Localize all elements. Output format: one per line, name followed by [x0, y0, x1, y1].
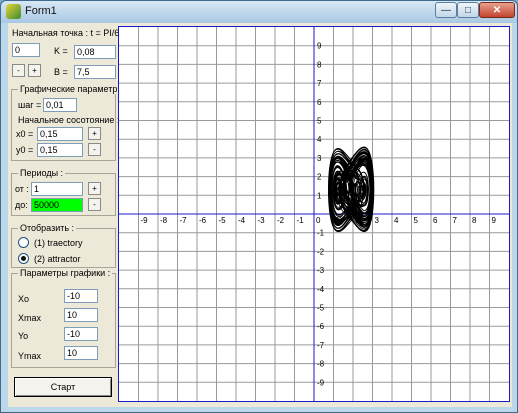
x-tick-label: 4 — [394, 216, 399, 225]
y-tick-label: 7 — [317, 79, 322, 88]
xmax-label: Xmax — [18, 313, 42, 323]
xmax-field[interactable]: 10 — [64, 308, 98, 322]
x-tick-label: -6 — [199, 216, 207, 225]
display-panel: Отобразить : (1) traectory (2) attractor — [11, 223, 116, 268]
to-field[interactable]: 50000 — [31, 198, 83, 212]
periods-panel: Периоды : от : 1 + до: 50000 - — [11, 168, 116, 216]
k-label: K = — [54, 46, 68, 56]
y-tick-label: -1 — [317, 229, 325, 238]
attractor-label[interactable]: (2) attractor — [34, 254, 81, 264]
b-value-field[interactable]: 7,5 — [74, 65, 116, 79]
y-tick-label: -4 — [317, 285, 325, 294]
t-decrement-button[interactable]: - — [12, 64, 25, 77]
minimize-button[interactable]: — — [435, 2, 457, 18]
y-tick-label: -7 — [317, 341, 325, 350]
app-icon — [6, 4, 21, 19]
k-value-field[interactable]: 0,08 — [74, 45, 116, 59]
y-tick-label: -8 — [317, 360, 325, 369]
start-point-label: Начальная точка : t = PI/6* — [12, 28, 123, 38]
x-tick-label: -5 — [219, 216, 227, 225]
periods-decrement-button[interactable]: - — [88, 198, 101, 211]
x-tick-label: -1 — [297, 216, 305, 225]
ymax-label: Ymax — [18, 351, 42, 361]
attractor-curve — [327, 146, 375, 233]
y-tick-label: 3 — [317, 154, 322, 163]
start-button[interactable]: Старт — [14, 377, 112, 397]
x-tick-label: -4 — [238, 216, 246, 225]
y-tick-label: 6 — [317, 98, 322, 107]
y-tick-label: 8 — [317, 60, 322, 69]
plot-params-legend: Параметры графики : — [18, 268, 113, 278]
xo-label: Xo — [18, 294, 30, 304]
radio-selected-dot — [21, 256, 26, 261]
plot-params-panel: Параметры графики : Xo -10 Xmax 10 Yo -1… — [11, 268, 116, 368]
plot-area[interactable]: -9 -8 -7 -6 -5 -4 -3 -2 -1 0 1 2 3 4 5 6 7 8 9 9 8 7 6 5 4 3 2 1 -1-… — [118, 26, 510, 402]
title-bar[interactable]: Form1 — □ ✕ — [1, 1, 517, 23]
traectory-label[interactable]: (1) traectory — [34, 238, 83, 248]
y-tick-label: 9 — [317, 42, 322, 51]
y-tick-label: -3 — [317, 266, 325, 275]
y-tick-label: -9 — [317, 378, 325, 387]
x-tick-label: -7 — [180, 216, 188, 225]
y-tick-label: 5 — [317, 117, 322, 126]
periods-increment-button[interactable]: + — [88, 182, 101, 195]
initial-state-label: Начальное сосотояние : — [18, 115, 120, 125]
y0-label: y0 = — [16, 145, 34, 155]
close-button[interactable]: ✕ — [479, 2, 515, 18]
x-tick-label: 9 — [492, 216, 497, 225]
from-field[interactable]: 1 — [31, 182, 83, 196]
maximize-button[interactable]: □ — [457, 2, 479, 18]
x-tick-label: -2 — [277, 216, 285, 225]
step-field[interactable]: 0,01 — [43, 98, 77, 112]
t-increment-button[interactable]: + — [28, 64, 41, 77]
x-tick-label: 0 — [316, 216, 321, 225]
yo-label: Yo — [18, 331, 29, 341]
x-tick-label: 7 — [453, 216, 458, 225]
traectory-radio[interactable] — [18, 237, 29, 248]
x0-increment-button[interactable]: + — [88, 127, 101, 140]
attractor-trajectory — [327, 146, 375, 233]
xo-field[interactable]: -10 — [64, 289, 98, 303]
window-title: Form1 — [25, 5, 57, 17]
y0-decrement-button[interactable]: - — [88, 143, 101, 156]
y0-field[interactable]: 0,15 — [37, 143, 83, 157]
form-client-area: Начальная точка : t = PI/6* 0 K = 0,08 -… — [8, 23, 512, 407]
y-tick-label: 4 — [317, 135, 322, 144]
y-tick-label: -6 — [317, 322, 325, 331]
x-tick-label: -9 — [141, 216, 149, 225]
from-label: от : — [15, 184, 29, 194]
x-tick-label: -3 — [258, 216, 266, 225]
display-legend: Отобразить : — [18, 223, 77, 233]
y-tick-label: -2 — [317, 247, 325, 256]
attractor-radio[interactable] — [18, 253, 29, 264]
graphic-params-legend: Графические параметры — [18, 84, 126, 94]
ymax-field[interactable]: 10 — [64, 346, 98, 360]
t-value-field[interactable]: 0 — [12, 43, 40, 57]
periods-legend: Периоды : — [18, 168, 66, 178]
y-tick-label: -5 — [317, 304, 325, 313]
minimize-icon: — — [441, 4, 451, 16]
maximize-icon: □ — [464, 4, 472, 16]
x0-label: x0 = — [16, 129, 34, 139]
x-tick-label: 3 — [375, 216, 380, 225]
y-tick-label: 1 — [317, 191, 322, 200]
yo-field[interactable]: -10 — [64, 327, 98, 341]
close-icon: ✕ — [492, 4, 502, 16]
x-tick-label: 8 — [472, 216, 477, 225]
app-window: Form1 — □ ✕ Начальная точка : t = PI/6* … — [0, 0, 518, 413]
x-tick-label: 5 — [414, 216, 419, 225]
x-tick-label: 6 — [433, 216, 438, 225]
b-label: B = — [54, 67, 68, 77]
y-tick-label: 2 — [317, 173, 322, 182]
plot-canvas: -9 -8 -7 -6 -5 -4 -3 -2 -1 0 1 2 3 4 5 6 7 8 9987654321-1-… — [119, 27, 509, 401]
graphic-params-panel: Графические параметры шаг = 0,01 Начальн… — [11, 84, 126, 161]
x-tick-label: -8 — [160, 216, 168, 225]
x0-field[interactable]: 0,15 — [37, 127, 83, 141]
step-label: шаг = — [18, 100, 42, 110]
to-label: до: — [15, 200, 28, 210]
